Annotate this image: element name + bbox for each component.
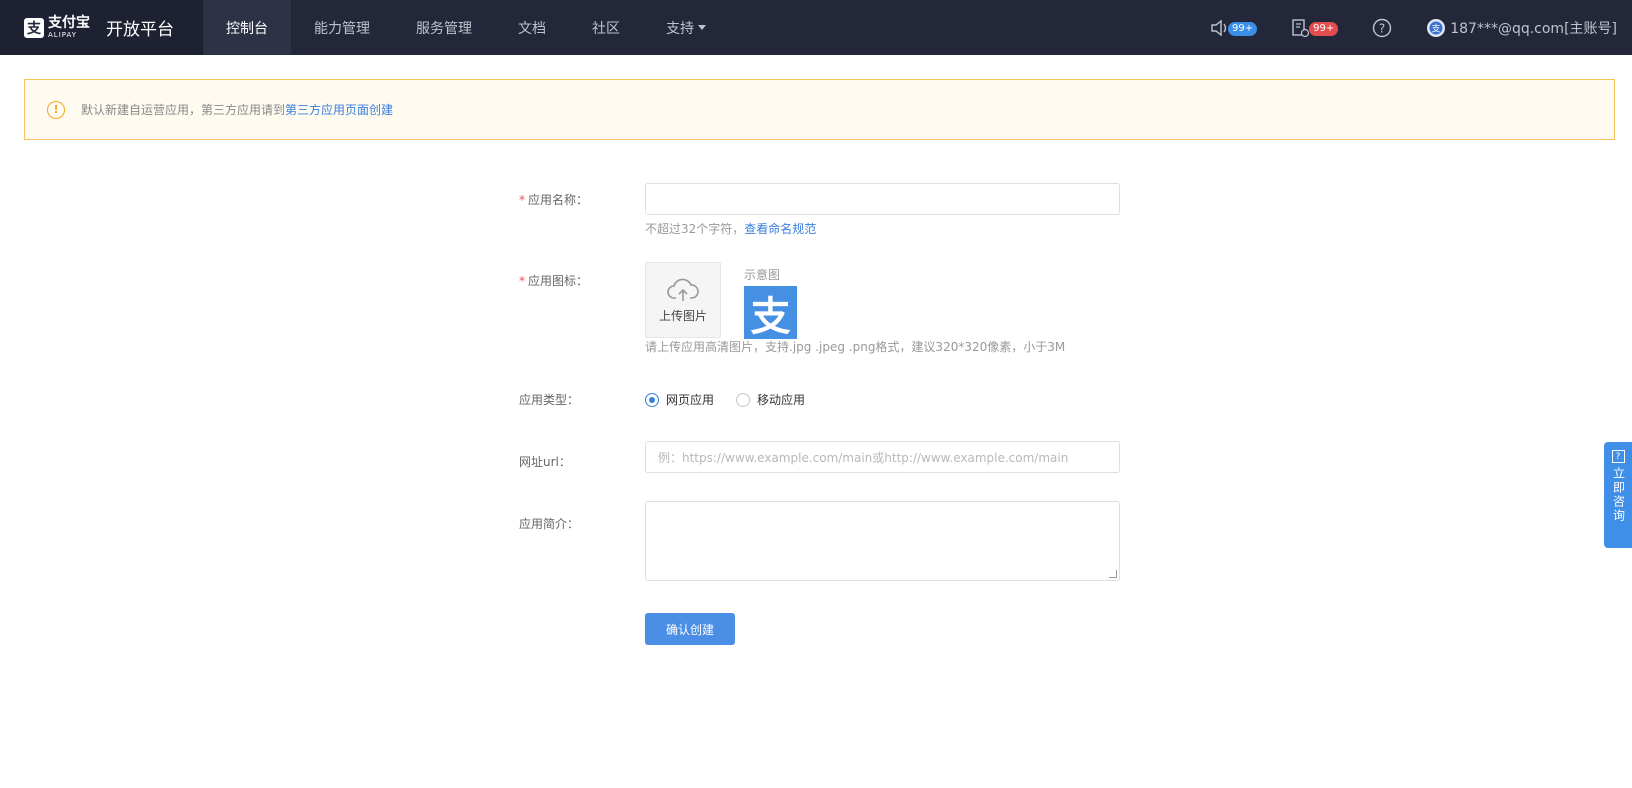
consult-text: 立即咨询 <box>1611 467 1626 523</box>
sample-alipay-icon: 支 <box>744 286 797 340</box>
nav-item-service[interactable]: 服务管理 <box>393 0 495 55</box>
hint-text: 不超过32个字符， <box>645 222 745 236</box>
required-mark: * <box>519 274 525 288</box>
sample-label: 示意图 <box>744 268 781 282</box>
app-name-hint: 不超过32个字符，查看命名规范 <box>645 220 816 237</box>
resize-handle[interactable] <box>1109 570 1117 578</box>
alipay-logo-icon: 支 <box>24 17 44 38</box>
document-clock-icon <box>1292 18 1310 37</box>
radio-web-app[interactable] <box>645 392 659 407</box>
confirm-create-button[interactable]: 确认创建 <box>645 613 735 645</box>
alert-text: 默认新建自运营应用，第三方应用请到第三方应用页面创建 <box>81 101 393 118</box>
message-button[interactable]: 99+ <box>1291 18 1339 38</box>
cloud-upload-icon <box>667 278 699 301</box>
consult-button[interactable]: ? 立即咨询 <box>1604 442 1632 548</box>
nav-right: 99+ 99+ ? 支 187***@qq.com[主账号] <box>1176 0 1632 55</box>
top-navbar: 支 支付宝 ALIPAY 开放平台 控制台 能力管理 服务管理 文档 社区 支持… <box>0 0 1632 55</box>
radio-mobile-app[interactable] <box>736 392 751 407</box>
logo-cn: 支付宝 <box>48 15 90 31</box>
help-icon: ? <box>1373 18 1392 37</box>
app-icon-label: * 应用图标： <box>519 272 588 289</box>
app-name-label: * 应用名称： <box>519 191 588 208</box>
logo-en: ALIPAY <box>48 31 78 39</box>
nav-item-capability[interactable]: 能力管理 <box>291 0 393 55</box>
app-type-label: 应用类型： <box>519 393 580 407</box>
radio-label-web[interactable]: 网页应用 <box>666 391 714 408</box>
upload-label: 上传图片 <box>658 308 707 323</box>
question-icon: ? <box>1611 450 1625 463</box>
nav-item-docs[interactable]: 文档 <box>495 0 569 55</box>
svg-text:?: ? <box>1379 21 1385 35</box>
avatar-icon: 支 <box>1427 18 1446 37</box>
upload-image-button[interactable]: 上传图片 <box>645 262 721 338</box>
account-name: 187***@qq.com[主账号] <box>1450 20 1617 37</box>
url-placeholder: 例：https://www.example.com/main或http://ww… <box>658 450 1069 465</box>
message-badge: 99+ <box>1309 21 1339 36</box>
brand[interactable]: 支 支付宝 ALIPAY 开放平台 <box>0 0 203 55</box>
logo-wordmark: 支付宝 ALIPAY <box>48 16 90 39</box>
nav-label: 控制台 <box>226 20 268 37</box>
svg-text:支: 支 <box>1432 22 1441 34</box>
url-label: 网址url： <box>519 455 571 469</box>
speaker-icon <box>1211 19 1227 36</box>
nav-label: 能力管理 <box>314 20 370 37</box>
radio-label-mobile[interactable]: 移动应用 <box>757 391 805 408</box>
nav-label: 支持 <box>666 20 694 37</box>
app-icon-hint: 请上传应用高清图片，支持.jpg .jpeg .png格式，建议320*320像… <box>645 340 1066 354</box>
chevron-down-icon <box>698 25 706 30</box>
help-button[interactable]: ? <box>1372 18 1392 38</box>
nav-label: 文档 <box>518 20 546 37</box>
nav-label: 社区 <box>592 20 620 37</box>
radio-dot <box>649 396 655 403</box>
label-text: 应用图标： <box>528 274 589 288</box>
nav-item-console[interactable]: 控制台 <box>203 0 291 55</box>
third-party-app-link[interactable]: 第三方应用页面创建 <box>285 103 393 117</box>
brand-title: 开放平台 <box>106 20 174 40</box>
naming-rules-link[interactable]: 查看命名规范 <box>744 222 816 236</box>
app-name-input[interactable] <box>645 183 1120 215</box>
nav-label: 服务管理 <box>416 20 472 37</box>
warning-icon: ! <box>47 100 65 119</box>
app-type-radio-group: 网页应用 移动应用 <box>645 391 827 408</box>
notification-button[interactable]: 99+ <box>1210 19 1258 37</box>
app-desc-label: 应用简介： <box>519 517 580 531</box>
main-nav: 控制台 能力管理 服务管理 文档 社区 支持 <box>203 0 729 55</box>
alert-message: 默认新建自运营应用，第三方应用请到 <box>81 103 286 117</box>
required-mark: * <box>519 193 525 207</box>
label-text: 应用名称： <box>528 193 589 207</box>
account-menu[interactable]: 支 187***@qq.com[主账号] <box>1426 18 1632 38</box>
info-alert: ! 默认新建自运营应用，第三方应用请到第三方应用页面创建 <box>24 79 1615 140</box>
url-input[interactable]: 例：https://www.example.com/main或http://ww… <box>645 441 1120 473</box>
notification-badge: 99+ <box>1228 21 1258 36</box>
nav-item-support[interactable]: 支持 <box>643 0 729 55</box>
app-desc-textarea[interactable] <box>645 501 1120 581</box>
nav-item-community[interactable]: 社区 <box>569 0 643 55</box>
